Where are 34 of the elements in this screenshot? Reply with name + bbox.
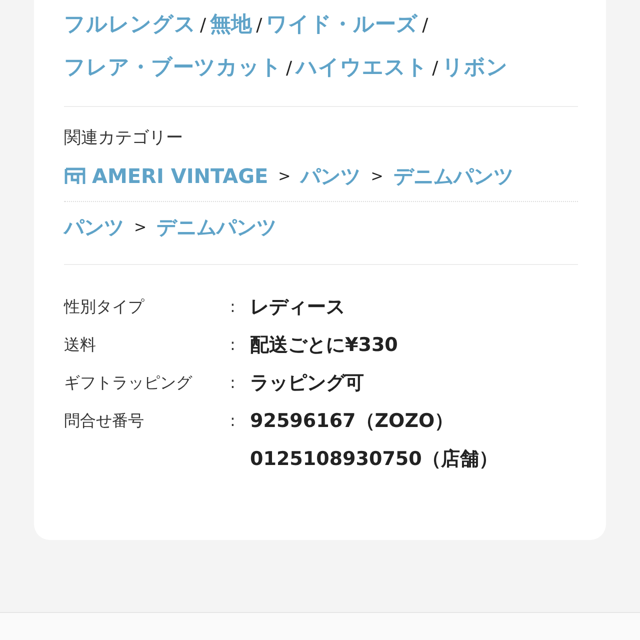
tag-link[interactable]: フルレングス — [64, 4, 196, 45]
detail-label: 性別タイプ — [64, 296, 146, 318]
category-link[interactable]: デニムパンツ — [393, 156, 514, 196]
breadcrumb-separator: > — [370, 167, 384, 185]
category-link[interactable]: パンツ — [64, 206, 124, 248]
section-label: 関連カテゴリー — [64, 127, 184, 150]
breadcrumb-separator: > — [278, 167, 291, 185]
separator: / — [432, 58, 438, 79]
detail-value: 0125108930750（店舗） — [250, 447, 499, 472]
detail-value: ラッピング可 — [250, 371, 365, 396]
tag-link[interactable]: リボン — [442, 47, 508, 88]
breadcrumb-separator: > — [134, 218, 147, 236]
separator: / — [200, 15, 206, 36]
separator: / — [256, 15, 262, 36]
tag-link[interactable]: ワイド・ルーズ — [266, 4, 418, 45]
category-link[interactable]: パンツ — [300, 156, 361, 196]
detail-label: ギフトラッピング — [64, 372, 194, 394]
detail-value: 配送ごとに¥330 — [250, 333, 399, 358]
tag-link[interactable]: 無地 — [210, 4, 252, 45]
category-link[interactable]: AMERI VINTAGE — [92, 156, 268, 196]
detail-label: 送料 — [64, 334, 97, 356]
separator: / — [286, 58, 292, 79]
shop-icon — [64, 166, 86, 186]
category-link[interactable]: デニムパンツ — [156, 206, 277, 248]
colon: : — [230, 373, 236, 392]
detail-label: 問合せ番号 — [64, 410, 145, 432]
separator: / — [422, 15, 428, 36]
tag-link[interactable]: フレア・ブーツカット — [64, 47, 282, 88]
tag-link[interactable]: ハイウエスト — [296, 47, 428, 88]
colon: : — [230, 297, 236, 316]
colon: : — [230, 411, 236, 430]
detail-value: レディース — [250, 295, 346, 320]
detail-value: 92596167（ZOZO） — [250, 409, 455, 434]
colon: : — [230, 335, 236, 354]
